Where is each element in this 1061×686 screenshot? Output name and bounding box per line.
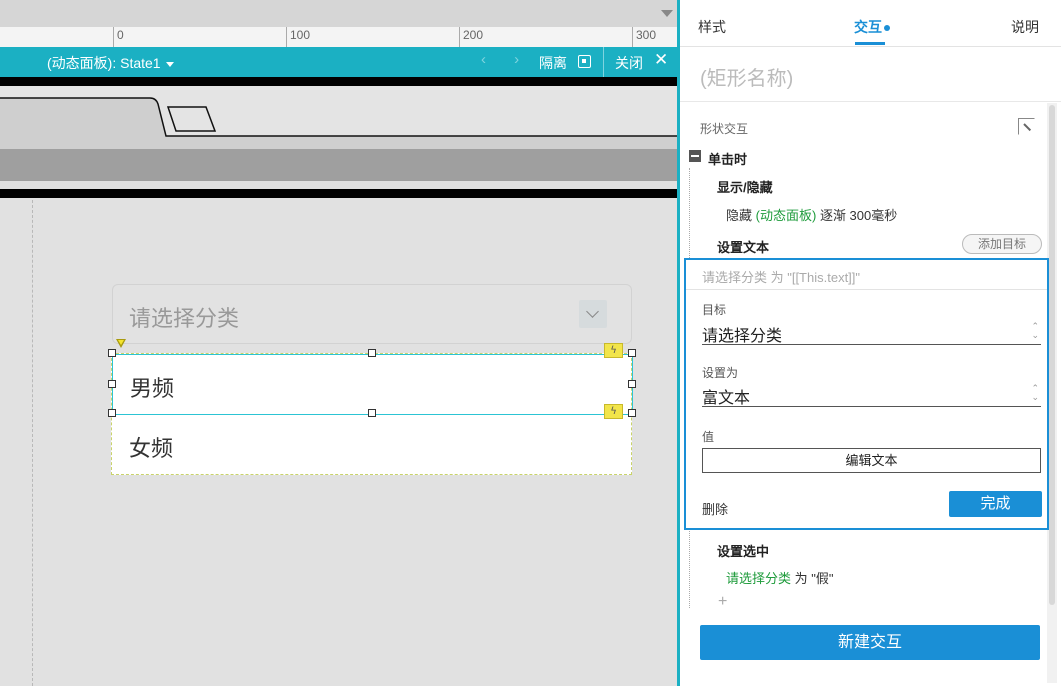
state-selector[interactable]: (动态面板): State1 bbox=[47, 53, 174, 73]
mockup-border-top bbox=[0, 77, 677, 86]
edit-text-button[interactable]: 编辑文本 bbox=[702, 448, 1041, 473]
ruler-label: 300 bbox=[636, 28, 657, 42]
close-icon[interactable]: ✕ bbox=[654, 50, 668, 70]
action-set-selected-desc[interactable]: 请选择分类 为 "假" bbox=[726, 568, 833, 587]
scrollbar-thumb[interactable] bbox=[1049, 105, 1055, 605]
resize-handle[interactable] bbox=[368, 409, 376, 417]
expand-cursor-icon[interactable] bbox=[1018, 118, 1035, 135]
resize-handle[interactable] bbox=[108, 349, 116, 357]
action-set-selected-title[interactable]: 设置选中 bbox=[717, 541, 769, 560]
interaction-bolt-icon[interactable]: ϟ bbox=[604, 404, 623, 419]
tab-interaction-label: 交互 bbox=[854, 19, 882, 35]
action-show-hide-desc[interactable]: 隐藏 (动态面板) 逐渐 300毫秒 bbox=[726, 205, 897, 224]
new-interaction-button[interactable]: 新建交互 bbox=[700, 625, 1040, 660]
set-as-label: 设置为 bbox=[702, 366, 739, 380]
isolate-icon[interactable] bbox=[578, 55, 591, 68]
divider bbox=[680, 101, 1061, 102]
panel-tabs: 样式 交互 说明 bbox=[680, 0, 1061, 47]
shape-name-input[interactable]: (矩形名称) bbox=[700, 62, 793, 91]
ruler-tick bbox=[286, 27, 287, 47]
ruler-label: 0 bbox=[117, 28, 124, 42]
set-as-select[interactable]: 富文本 ⌃ ⌄ bbox=[702, 382, 1041, 407]
option-male[interactable]: 男频 bbox=[112, 354, 633, 415]
done-button[interactable]: 完成 bbox=[949, 491, 1042, 517]
active-dot-icon bbox=[884, 25, 890, 32]
add-action-icon[interactable]: + bbox=[718, 593, 727, 611]
mockup-border-bottom bbox=[0, 189, 677, 198]
option-label: 男频 bbox=[130, 377, 175, 402]
resize-handle[interactable] bbox=[368, 349, 376, 357]
option-label: 女频 bbox=[129, 437, 174, 462]
action-target: 请选择分类 bbox=[726, 571, 792, 586]
action-set-text-title[interactable]: 设置文本 bbox=[717, 237, 769, 256]
action-show-hide-title[interactable]: 显示/隐藏 bbox=[717, 177, 773, 196]
mockup-toolbar-band bbox=[0, 149, 677, 181]
state-nav-arrows-icon[interactable]: ‹ › bbox=[481, 51, 531, 68]
dropdown-header[interactable]: 请选择分类 bbox=[112, 284, 632, 344]
chevron-down-icon[interactable] bbox=[579, 300, 607, 328]
section-label: 形状交互 bbox=[700, 122, 749, 136]
event-onclick[interactable]: 单击时 bbox=[708, 149, 747, 168]
tab-notes[interactable]: 说明 bbox=[1011, 17, 1039, 37]
action-detail: 为 "假" bbox=[794, 571, 834, 586]
ruler-top-strip bbox=[0, 0, 677, 27]
horizontal-ruler: 0 100 200 300 bbox=[0, 0, 677, 47]
divider bbox=[686, 289, 1047, 290]
option-female[interactable]: 女频 bbox=[112, 415, 633, 476]
target-label: 目标 bbox=[702, 303, 727, 317]
resize-handle[interactable] bbox=[108, 380, 116, 388]
isolate-button[interactable]: 隔离 bbox=[539, 53, 567, 73]
interaction-panel: 样式 交互 说明 (矩形名称) 形状交互 单击时 显示/隐藏 隐藏 (动态面板)… bbox=[677, 0, 1061, 686]
target-select[interactable]: 请选择分类 ⌃ ⌄ bbox=[702, 320, 1041, 345]
caret-down-icon bbox=[165, 61, 174, 67]
collapse-icon[interactable] bbox=[689, 150, 701, 162]
delete-link[interactable]: 删除 bbox=[702, 499, 728, 518]
value-label: 值 bbox=[702, 430, 715, 444]
tab-interaction[interactable]: 交互 bbox=[854, 17, 890, 37]
ruler-label: 200 bbox=[463, 28, 484, 42]
state-bar-divider bbox=[603, 47, 604, 77]
guide-line bbox=[32, 200, 33, 686]
browser-tab-shape bbox=[0, 97, 677, 149]
dynamic-panel-state-bar: (动态面板): State1 ‹ › 隔离 关闭 ✕ bbox=[0, 47, 677, 77]
interaction-bolt-icon[interactable]: ϟ bbox=[604, 343, 623, 358]
anchor-marker-icon bbox=[116, 339, 126, 348]
browser-mockup-image bbox=[0, 77, 677, 199]
target-value: 请选择分类 bbox=[702, 328, 783, 345]
canvas-area[interactable]: 0 100 200 300 (动态面板): State1 ‹ › 隔离 关闭 ✕… bbox=[0, 0, 677, 686]
active-tab-underline bbox=[855, 42, 885, 45]
editor-summary: 请选择分类 为 "[[This.text]]" bbox=[702, 270, 861, 285]
updown-arrows-icon: ⌃ ⌄ bbox=[1031, 321, 1039, 340]
resize-handle[interactable] bbox=[108, 409, 116, 417]
action-detail: 逐渐 300毫秒 bbox=[819, 208, 898, 223]
updown-arrows-icon: ⌃ ⌄ bbox=[1031, 383, 1039, 402]
ruler-label: 100 bbox=[290, 28, 311, 42]
ruler-tick bbox=[459, 27, 460, 47]
set-as-value: 富文本 bbox=[702, 390, 751, 407]
action-target: (动态面板) bbox=[755, 208, 817, 223]
set-text-editor: 请选择分类 为 "[[This.text]]" 目标 请选择分类 ⌃ ⌄ 设置为 … bbox=[684, 258, 1049, 530]
resize-handle[interactable] bbox=[628, 380, 636, 388]
add-target-button[interactable]: 添加目标 bbox=[962, 234, 1042, 254]
action-verb: 隐藏 bbox=[726, 208, 753, 223]
state-title: (动态面板): State1 bbox=[47, 55, 161, 71]
ruler-tick bbox=[113, 27, 114, 47]
resize-handle[interactable] bbox=[628, 409, 636, 417]
ruler-dropdown-icon[interactable] bbox=[661, 10, 673, 17]
tab-style[interactable]: 样式 bbox=[698, 17, 726, 37]
close-button[interactable]: 关闭 bbox=[615, 53, 643, 73]
ruler-tick bbox=[632, 27, 633, 47]
dropdown-placeholder: 请选择分类 bbox=[129, 307, 240, 332]
resize-handle[interactable] bbox=[628, 349, 636, 357]
ruler-scale: 0 100 200 300 bbox=[0, 27, 677, 47]
